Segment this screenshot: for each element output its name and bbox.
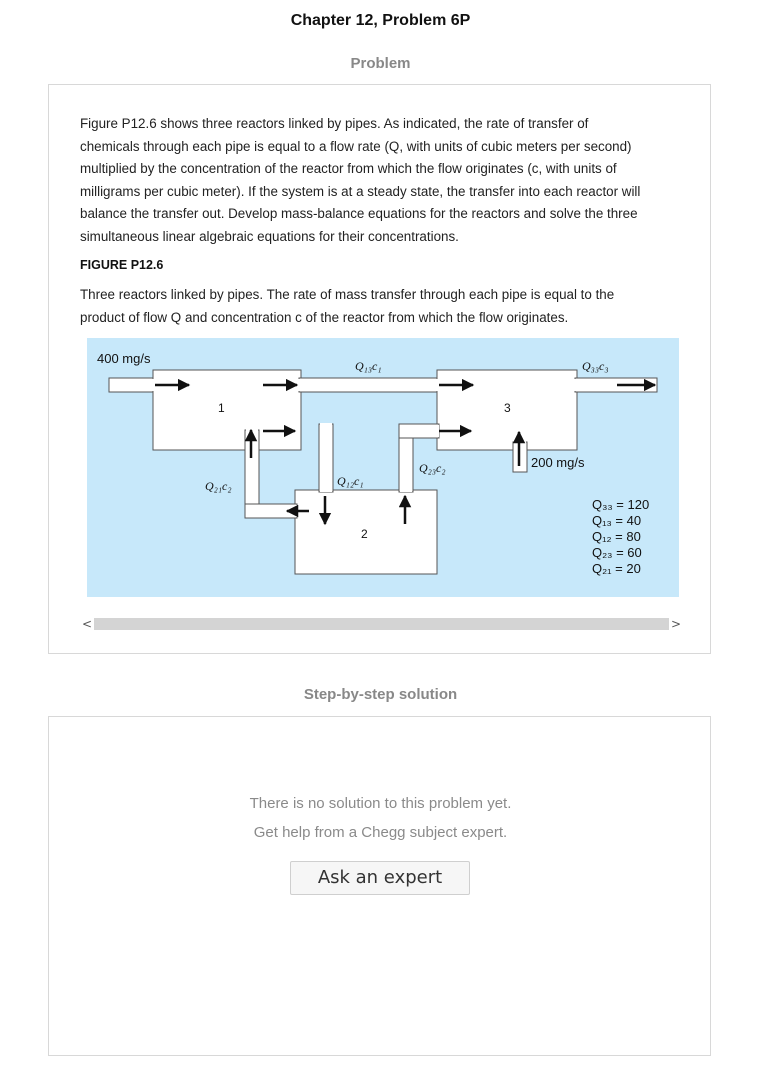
caption-line: product of flow Q and concentration c of… — [80, 309, 569, 325]
no-solution-text: There is no solution to this problem yet… — [249, 795, 512, 812]
q12c1-label: Q₁₂c₁ — [337, 474, 364, 488]
reactor-diagram: 400 mg/s 200 mg/s 1 2 3 Q₁₃c₁ Q₃₃c₃ Q₂₁c… — [97, 351, 658, 576]
pipe-1-3 — [298, 377, 440, 393]
problem-line: balance the transfer out. Develop mass-b… — [80, 206, 638, 221]
inflow-1-label: 400 mg/s — [97, 351, 151, 366]
inflow-3-label: 200 mg/s — [531, 455, 585, 470]
inlet-pipe-1 — [108, 377, 156, 393]
problem-line: milligrams per cubic meter). If the syst… — [80, 183, 641, 199]
value-q12: Q₁₂ = 80 — [592, 529, 641, 544]
problem-card: Figure P12.6 shows three reactors linked… — [48, 84, 711, 654]
value-q33: Q₃₃ = 120 — [592, 497, 649, 512]
expert-help-text: Get help from a Chegg subject expert. — [253, 824, 508, 841]
problem-line: Figure P12.6 shows three reactors linked… — [80, 116, 589, 131]
reactor-3-label: 3 — [504, 401, 511, 415]
value-q21: Q₂₁ = 20 — [592, 561, 641, 576]
figure-caption: Three reactors linked by pipes. The rate… — [80, 284, 680, 329]
problem-line: chemicals through each pipe is equal to … — [80, 138, 632, 154]
flow-values: Q₃₃ = 120 Q₁₃ = 40 Q₁₂ = 80 Q₂₃ = 60 Q₂₁… — [592, 497, 649, 576]
solution-card: There is no solution to this problem yet… — [48, 716, 711, 1056]
value-q13: Q₁₃ = 40 — [592, 513, 641, 528]
page-title: Chapter 12, Problem 6P — [290, 12, 471, 29]
figure-label: FIGURE P12.6 — [80, 258, 164, 272]
q13c1-label: Q₁₃c₁ — [355, 359, 382, 373]
reactor-1 — [152, 369, 302, 451]
scroll-thumb[interactable] — [94, 618, 669, 630]
problem-line: simultaneous linear algebraic equations … — [80, 228, 459, 244]
ask-expert-button[interactable]: Ask an expert — [290, 861, 470, 895]
q23c2-label: Q₂₃c₂ — [419, 461, 446, 475]
problem-heading: Problem — [350, 55, 411, 72]
pipe-1-2 — [318, 423, 334, 493]
reactor-2-label: 2 — [361, 527, 368, 541]
reactor-figure: 400 mg/s 200 mg/s 1 2 3 Q₁₃c₁ Q₃₃c₃ Q₂₁c… — [87, 338, 679, 597]
caption-line: Three reactors linked by pipes. The rate… — [80, 287, 615, 302]
problem-paragraph: Figure P12.6 shows three reactors linked… — [80, 113, 680, 248]
figure-scrollbar[interactable]: < > — [80, 616, 683, 632]
problem-line: multiplied by the concentration of the r… — [80, 161, 617, 176]
scroll-right-icon[interactable]: > — [669, 616, 683, 632]
q21c2-label: Q₂₁c₂ — [205, 479, 232, 493]
solution-heading: Step-by-step solution — [303, 686, 458, 703]
reactor-1-label: 1 — [218, 401, 225, 415]
q33c3-label: Q₃₃c₃ — [582, 359, 609, 373]
scroll-left-icon[interactable]: < — [80, 616, 94, 632]
value-q23: Q₂₃ = 60 — [592, 545, 642, 560]
